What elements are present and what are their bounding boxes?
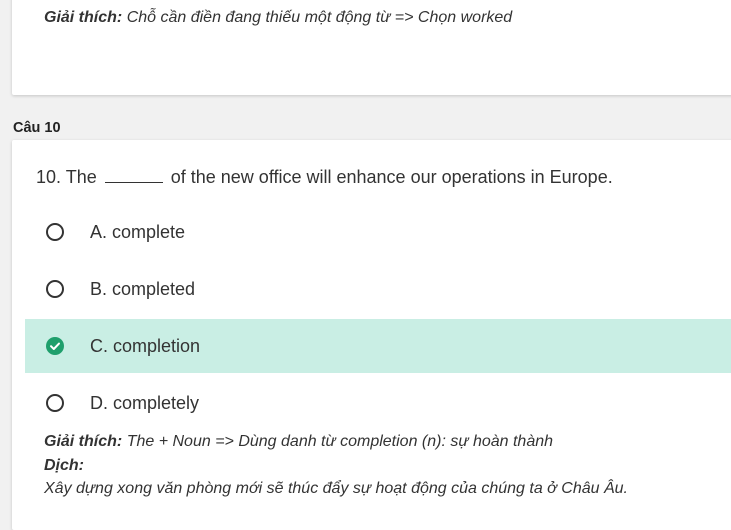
- option-b[interactable]: B. completed: [25, 262, 731, 316]
- translation-label: Dịch:: [44, 456, 84, 474]
- radio-button-d[interactable]: [46, 394, 64, 412]
- answer-explanation: Giải thích: The + Noun => Dùng danh từ c…: [44, 430, 628, 501]
- option-c[interactable]: C. completion: [25, 319, 731, 373]
- explanation-line: Giải thích: The + Noun => Dùng danh từ c…: [44, 430, 628, 454]
- explanation-label: Giải thích:: [44, 433, 123, 450]
- translation-text: Xây dựng xong văn phòng mới sẽ thúc đẩy …: [44, 480, 628, 497]
- explanation-text: Chỗ cần điền đang thiếu một động từ => C…: [126, 9, 513, 26]
- previous-question-card: Giải thích: Chỗ cần điền đang thiếu một …: [12, 0, 731, 95]
- question-card: 10. The of the new office will enhance o…: [12, 140, 731, 530]
- answer-blank: [104, 168, 163, 183]
- option-b-label: B. completed: [90, 278, 196, 299]
- check-circle-icon[interactable]: [46, 337, 64, 355]
- radio-button-a[interactable]: [46, 223, 64, 241]
- question-text-end: of the new office will enhance our opera…: [170, 167, 613, 187]
- explanation-text: The + Noun => Dùng danh từ completion (n…: [126, 433, 554, 450]
- question-text: 10. The of the new office will enhance o…: [36, 167, 613, 188]
- option-a-label: A. complete: [90, 221, 186, 242]
- option-c-label: C. completion: [90, 335, 201, 356]
- question-title: Câu 10: [13, 120, 61, 136]
- radio-button-b[interactable]: [46, 280, 64, 298]
- question-text-start: 10. The: [36, 167, 97, 187]
- explanation-label: Giải thích:: [44, 9, 123, 26]
- previous-explanation: Giải thích: Chỗ cần điền đang thiếu một …: [44, 9, 512, 27]
- option-d-label: D. completely: [90, 392, 200, 413]
- option-a[interactable]: A. complete: [25, 205, 731, 259]
- option-d[interactable]: D. completely: [25, 376, 731, 430]
